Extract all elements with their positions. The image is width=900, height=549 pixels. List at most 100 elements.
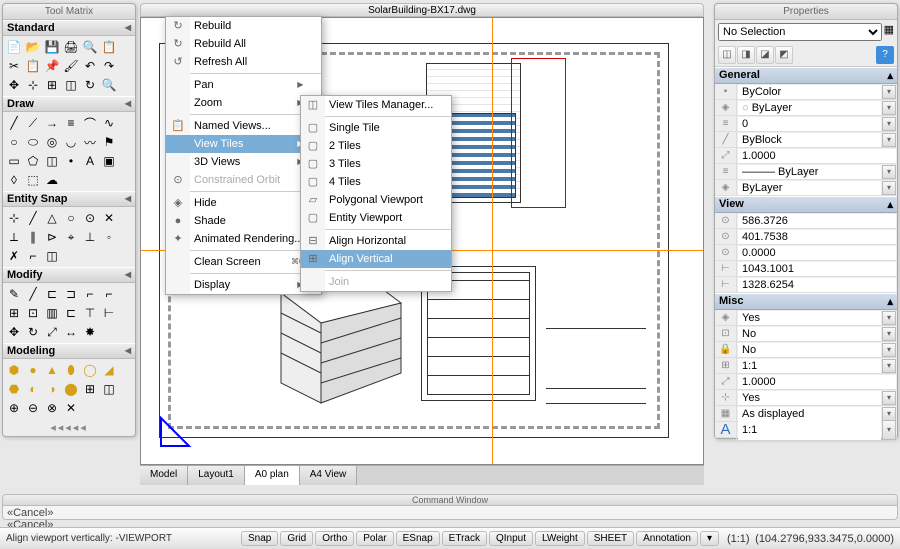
status-btn-grid[interactable]: Grid [280,531,313,546]
mv-icon[interactable]: ✥ [5,323,23,341]
m7-value[interactable]: As displayed [738,407,881,421]
tab-a4view[interactable]: A4 View [300,466,358,485]
rot-icon[interactable]: ↻ [24,323,42,341]
status-btn-sheet[interactable]: SHEET [587,531,634,546]
general-header[interactable]: General▴ [715,67,897,84]
menu-item-2-tiles[interactable]: ▢2 Tiles [301,137,451,155]
status-btn-esnap[interactable]: ESnap [396,531,440,546]
menu-item-hide[interactable]: ◈Hide [166,194,321,212]
rect-icon[interactable]: ▭ [5,152,23,170]
m5-value[interactable]: 1.0000 [738,375,896,389]
snap1-icon[interactable]: ⊹ [5,209,23,227]
extend-icon[interactable]: ⊐ [62,285,80,303]
dd-icon[interactable]: ▾ [882,311,896,325]
snap8-icon[interactable]: ∥ [24,228,42,246]
menu-item-rebuild[interactable]: ↻Rebuild [166,17,321,35]
dd-icon[interactable]: ▾ [882,343,896,357]
m9-icon[interactable]: ◑ [43,380,61,398]
color-value[interactable]: ByColor [738,85,881,99]
status-btn-polar[interactable]: Polar [356,531,393,546]
m16-icon[interactable]: ✕ [62,399,80,417]
snap2-icon[interactable]: ╱ [24,209,42,227]
v1-value[interactable]: 586.3726 [738,214,896,228]
ray-icon[interactable]: → [43,114,61,132]
level-value[interactable]: 0 [738,117,881,131]
ly2-value[interactable]: ByLayer [738,181,881,195]
doc-icon[interactable]: 📋 [100,38,118,56]
paint-icon[interactable]: 🖌 [62,57,80,75]
arc2-icon[interactable]: ◡ [62,133,80,151]
copy-icon[interactable]: 📋 [24,57,42,75]
m1-value[interactable]: Yes [738,311,881,325]
snap11-icon[interactable]: ⊥ [81,228,99,246]
wedge-icon[interactable]: ◢ [100,361,118,379]
line-icon[interactable]: ╱ [5,114,23,132]
arr2-icon[interactable]: ⊡ [24,304,42,322]
dd-icon[interactable]: ▾ [882,165,896,179]
expl-icon[interactable]: ✸ [81,323,99,341]
circle-icon[interactable]: ○ [5,133,23,151]
tab-model[interactable]: Model [140,466,188,485]
nav-icon[interactable]: ⊹ [24,76,42,94]
menu-item-polygonal-viewport[interactable]: ▱Polygonal Viewport [301,191,451,209]
tab-layout1[interactable]: Layout1 [188,466,245,485]
poly-icon[interactable]: ⬠ [24,152,42,170]
menu-item-shade[interactable]: ●Shade [166,212,321,230]
menu-item-refresh-all[interactable]: ↺Refresh All [166,53,321,71]
path-icon[interactable]: ╱ [24,285,42,303]
menu-item-view-tiles[interactable]: View Tiles▶ [166,135,321,153]
print-icon[interactable]: 🖨 [62,38,80,56]
m8-value[interactable]: 1:1 [738,420,881,440]
cyl-icon[interactable]: ⬮ [62,361,80,379]
status-btn-ortho[interactable]: Ortho [315,531,354,546]
m15-icon[interactable]: ⊗ [43,399,61,417]
snap12-icon[interactable]: ◦ [100,228,118,246]
snap15-icon[interactable]: ◫ [43,247,61,265]
zoom-icon[interactable]: 🔍 [100,76,118,94]
redo-icon[interactable]: ↷ [100,57,118,75]
cut-icon[interactable]: ✂ [5,57,23,75]
snap9-icon[interactable]: ⊳ [43,228,61,246]
opts-icon[interactable]: ⊞ [43,76,61,94]
m7-icon[interactable]: ⬣ [5,380,23,398]
paste-icon[interactable]: 📌 [43,57,61,75]
dd-icon[interactable]: ▾ [882,391,896,405]
status-btn-annotation[interactable]: Annotation [636,531,698,546]
menu-item-rebuild-all[interactable]: ↻Rebuild All [166,35,321,53]
panel-gripper[interactable]: ◂◂◂◂◂ [3,419,135,436]
join-icon[interactable]: ⌐ [81,285,99,303]
save-icon[interactable]: 💾 [43,38,61,56]
torus-icon[interactable]: ◯ [81,361,99,379]
snap13-icon[interactable]: ✗ [5,247,23,265]
filter-icon[interactable]: ▦ [884,23,894,41]
erase-icon[interactable]: ✎ [5,285,23,303]
dd-icon[interactable]: ▾ [882,117,896,131]
snap7-icon[interactable]: ⟂ [5,228,23,246]
block-icon[interactable]: ▣ [100,152,118,170]
undo-icon[interactable]: ↶ [81,57,99,75]
m14-icon[interactable]: ⊖ [24,399,42,417]
open-icon[interactable]: 📂 [24,38,42,56]
curve-icon[interactable]: ∿ [100,114,118,132]
menu-item-entity-viewport[interactable]: ▢Entity Viewport [301,209,451,227]
m8-icon[interactable]: ◐ [24,380,42,398]
offset-icon[interactable]: ⊏ [62,304,80,322]
sc-value[interactable]: 1.0000 [738,149,896,163]
section-standard[interactable]: Standard◀ [3,20,135,36]
clip-icon[interactable]: ⊏ [43,285,61,303]
str-icon[interactable]: ↔ [62,323,80,341]
status-btn-etrack[interactable]: ETrack [442,531,487,546]
dd-icon[interactable]: ▾ [882,420,896,440]
cone-icon[interactable]: ▲ [43,361,61,379]
menu-item-3d-views[interactable]: 3D Views▶ [166,153,321,171]
cloud-icon[interactable]: ☁ [43,171,61,189]
snap14-icon[interactable]: ⌐ [24,247,42,265]
menu-item-display[interactable]: Display▶ [166,276,321,294]
m12-icon[interactable]: ◫ [100,380,118,398]
m13-icon[interactable]: ⊕ [5,399,23,417]
menu-item-named-views-[interactable]: 📋Named Views... [166,117,321,135]
brk2-icon[interactable]: ⊢ [100,304,118,322]
preview-icon[interactable]: 🔍 [81,38,99,56]
dash-value[interactable]: ——— ByLayer [738,165,881,179]
pb1-icon[interactable]: ◫ [718,46,736,64]
